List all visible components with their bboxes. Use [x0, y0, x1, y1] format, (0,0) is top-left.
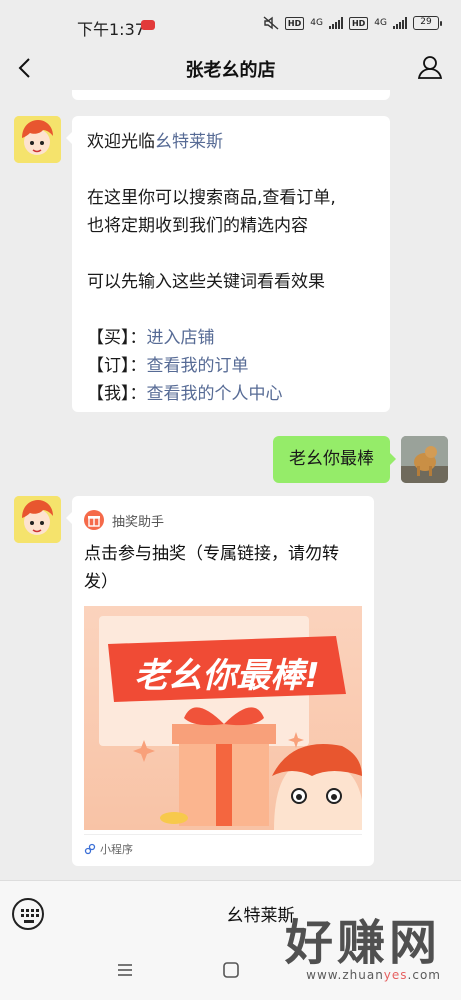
home-icon[interactable] — [222, 961, 240, 979]
card-description: 点击参与抽奖（专属链接，请勿转发） — [84, 544, 339, 592]
shop-avatar-2[interactable] — [14, 496, 61, 543]
network-label-2: 4G — [374, 18, 387, 28]
signal-icon — [328, 17, 343, 29]
cartoon-avatar-icon — [14, 116, 61, 163]
mute-icon — [263, 16, 279, 30]
my-message[interactable]: 老幺你最棒 — [273, 436, 396, 483]
watermark-logo: 好赚网 — [284, 915, 441, 971]
card-footer: 小程序 — [84, 834, 362, 857]
mini-program-name: 抽奖助手 — [112, 514, 165, 530]
watermark: 好赚网 www.zhuanyes.com — [285, 918, 441, 982]
previous-message-bubble — [72, 90, 390, 100]
personal-center-link[interactable]: 查看我的个人中心 — [147, 384, 283, 404]
notification-icon — [141, 20, 155, 30]
profile-icon[interactable] — [417, 54, 443, 80]
keyword-order: 【订】： — [87, 356, 147, 376]
enter-shop-link[interactable]: 进入店铺 — [147, 328, 215, 348]
watermark-url: www.zhuanyes.com — [306, 968, 441, 982]
chat-header: 张老幺的店 — [0, 46, 461, 90]
hd-badge-2: HD — [348, 16, 369, 30]
gift-box-illustration — [84, 606, 362, 830]
mini-program-card[interactable]: 抽奖助手 点击参与抽奖（专属链接，请勿转发） 老幺你最棒! 小程序 — [66, 496, 374, 866]
keyword-row-me: 【我】：查看我的个人中心 — [87, 380, 375, 408]
welcome-intro: 欢迎光临幺特莱斯 — [87, 128, 375, 156]
keyword-row-buy: 【买】：进入店铺 — [87, 324, 375, 352]
status-icons: HD 4G HD 4G 29 — [263, 16, 442, 30]
welcome-line-2: 也将定期收到我们的精选内容 — [87, 216, 308, 236]
my-avatar[interactable] — [401, 436, 448, 483]
status-time: 下午1:37 — [77, 20, 145, 39]
chat-area[interactable]: 欢迎光临幺特莱斯 在这里你可以搜索商品,查看订单, 也将定期收到我们的精选内容 … — [0, 90, 461, 880]
shop-avatar[interactable] — [14, 116, 61, 163]
keyword-row-order: 【订】：查看我的订单 — [87, 352, 375, 380]
network-label: 4G — [310, 18, 323, 28]
intro-text: 欢迎光临 — [87, 132, 155, 152]
page-title: 张老幺的店 — [185, 60, 276, 81]
status-bar: 下午1:37 HD 4G HD 4G 29 — [0, 0, 461, 46]
banner-text: 老幺你最棒! — [134, 656, 320, 696]
signal-icon-2 — [393, 17, 407, 29]
cartoon-avatar-icon-2 — [14, 496, 61, 543]
hd-badge: HD — [284, 16, 305, 30]
keyword-buy: 【买】： — [87, 328, 147, 348]
menu-icon[interactable] — [116, 961, 134, 979]
keyword-me: 【我】： — [87, 384, 147, 404]
battery-icon: 29 — [413, 16, 442, 30]
welcome-line-3: 可以先输入这些关键词看看效果 — [87, 272, 325, 292]
welcome-message: 欢迎光临幺特莱斯 在这里你可以搜索商品,查看订单, 也将定期收到我们的精选内容 … — [66, 116, 390, 412]
card-header: 抽奖助手 — [84, 510, 164, 530]
shop-name-link[interactable]: 幺特莱斯 — [155, 132, 223, 152]
keyboard-icon[interactable] — [12, 898, 44, 930]
gift-icon — [84, 510, 104, 530]
dog-photo-icon — [401, 436, 448, 483]
mini-program-icon — [84, 843, 96, 855]
view-orders-link[interactable]: 查看我的订单 — [147, 356, 249, 376]
mini-program-label: 小程序 — [100, 843, 133, 856]
welcome-line-1: 在这里你可以搜索商品,查看订单, — [87, 188, 336, 208]
lottery-banner-image: 老幺你最棒! — [84, 606, 362, 830]
